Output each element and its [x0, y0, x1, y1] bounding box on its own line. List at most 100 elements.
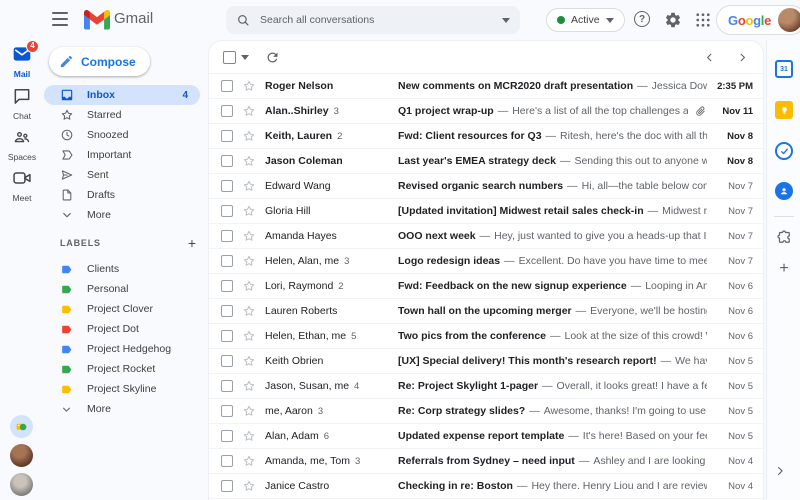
row-checkbox[interactable] — [221, 380, 233, 392]
status-selector[interactable]: Active — [546, 8, 625, 32]
email-row[interactable]: Keith Obrien [UX] Special delivery! This… — [209, 349, 763, 374]
label-item-project-skyline[interactable]: Project Skyline — [44, 379, 200, 399]
email-row[interactable]: Helen, Ethan, me 5 Two pics from the con… — [209, 324, 763, 349]
row-checkbox[interactable] — [221, 255, 233, 267]
row-checkbox[interactable] — [221, 130, 233, 142]
contacts-icon[interactable] — [775, 182, 793, 200]
label-item-project-rocket[interactable]: Project Rocket — [44, 359, 200, 379]
star-icon[interactable] — [242, 379, 256, 393]
star-icon[interactable] — [242, 404, 256, 418]
search-bar[interactable] — [226, 6, 520, 34]
rail-item-spaces[interactable]: Spaces — [0, 127, 44, 162]
apps-launcher-button[interactable] — [694, 11, 712, 29]
label-item-project-dot[interactable]: Project Dot — [44, 319, 200, 339]
conversation-avatar-sticker[interactable] — [10, 415, 33, 438]
row-checkbox[interactable] — [221, 455, 233, 467]
older-page-chevron-icon[interactable] — [736, 51, 749, 64]
search-input[interactable] — [258, 13, 502, 27]
compose-button[interactable]: Compose — [49, 47, 150, 76]
star-icon[interactable] — [242, 254, 256, 268]
star-icon[interactable] — [242, 129, 256, 143]
calendar-icon[interactable]: 31 — [775, 60, 793, 78]
label-item-project-hedgehog[interactable]: Project Hedgehog — [44, 339, 200, 359]
email-date: Nov 5 — [707, 431, 753, 442]
email-row[interactable]: Janice Castro Checking in re: Boston—Hey… — [209, 474, 763, 499]
conversation-avatar-1[interactable] — [10, 444, 33, 467]
conversation-avatar-2[interactable] — [10, 473, 33, 496]
email-row[interactable]: Lori, Raymond 2 Fwd: Feedback on the new… — [209, 274, 763, 299]
row-checkbox[interactable] — [221, 180, 233, 192]
star-icon[interactable] — [242, 454, 256, 468]
star-icon[interactable] — [242, 204, 256, 218]
star-icon[interactable] — [242, 479, 256, 493]
email-row[interactable]: Alan, Adam 6 Updated expense report temp… — [209, 424, 763, 449]
row-checkbox[interactable] — [221, 80, 233, 92]
labels-title: LABELS — [60, 238, 101, 248]
sidebar-item-drafts[interactable]: Drafts — [44, 185, 200, 205]
email-row[interactable]: Roger Nelson New comments on MCR2020 dra… — [209, 74, 763, 99]
get-addons-icon[interactable] — [775, 228, 793, 246]
email-row[interactable]: Jason, Susan, me 4 Re: Project Skylight … — [209, 374, 763, 399]
tasks-icon[interactable] — [775, 142, 793, 160]
rail-item-meet[interactable]: Meet — [0, 168, 44, 203]
sidebar-item-more[interactable]: More — [44, 205, 200, 225]
newer-page-chevron-icon[interactable] — [703, 51, 716, 64]
email-row[interactable]: Alan..Shirley 3 Q1 project wrap-up—Here'… — [209, 99, 763, 124]
row-checkbox[interactable] — [221, 230, 233, 242]
add-label-button[interactable]: + — [188, 236, 196, 250]
select-options-caret-icon[interactable] — [241, 55, 249, 60]
row-checkbox[interactable] — [221, 280, 233, 292]
select-all-checkbox[interactable] — [223, 51, 236, 64]
rail-item-chat[interactable]: Chat — [0, 86, 44, 121]
email-row[interactable]: Gloria Hill [Updated invitation] Midwest… — [209, 199, 763, 224]
keep-icon[interactable] — [775, 101, 793, 119]
star-icon[interactable] — [242, 79, 256, 93]
account-chip[interactable]: Google — [716, 5, 800, 35]
row-checkbox[interactable] — [221, 430, 233, 442]
star-icon[interactable] — [242, 304, 256, 318]
row-checkbox[interactable] — [221, 305, 233, 317]
main-menu-icon[interactable] — [52, 12, 68, 26]
star-icon[interactable] — [242, 104, 256, 118]
panel-expand-chevron-icon[interactable] — [773, 464, 787, 478]
sidebar-item-starred[interactable]: Starred — [44, 105, 200, 125]
email-row[interactable]: Lauren Roberts Town hall on the upcoming… — [209, 299, 763, 324]
star-icon[interactable] — [242, 154, 256, 168]
email-row[interactable]: Keith, Lauren 2 Fwd: Client resources fo… — [209, 124, 763, 149]
label-item-project-clover[interactable]: Project Clover — [44, 299, 200, 319]
email-row[interactable]: Amanda, me, Tom 3 Referrals from Sydney … — [209, 449, 763, 474]
row-checkbox[interactable] — [221, 330, 233, 342]
labels-more[interactable]: More — [44, 399, 200, 419]
email-row[interactable]: Helen, Alan, me 3 Logo redesign ideas—Ex… — [209, 249, 763, 274]
sidebar-item-important[interactable]: Important — [44, 145, 200, 165]
email-date: Nov 7 — [707, 231, 753, 242]
email-row[interactable]: Amanda Hayes OOO next week—Hey, just wan… — [209, 224, 763, 249]
refresh-icon[interactable] — [265, 50, 280, 65]
star-icon[interactable] — [242, 429, 256, 443]
star-icon[interactable] — [242, 229, 256, 243]
star-icon[interactable] — [242, 179, 256, 193]
sidebar-item-snoozed[interactable]: Snoozed — [44, 125, 200, 145]
panel-add-icon[interactable]: + — [775, 260, 793, 278]
sidebar-item-sent[interactable]: Sent — [44, 165, 200, 185]
star-icon[interactable] — [242, 279, 256, 293]
search-options-caret-icon[interactable] — [502, 18, 510, 23]
row-checkbox[interactable] — [221, 155, 233, 167]
star-icon[interactable] — [242, 329, 256, 343]
settings-button[interactable] — [664, 11, 682, 29]
label-item-personal[interactable]: Personal — [44, 279, 200, 299]
row-checkbox[interactable] — [221, 480, 233, 492]
sidebar-item-inbox[interactable]: Inbox 4 — [44, 85, 200, 105]
row-checkbox[interactable] — [221, 105, 233, 117]
email-row[interactable]: me, Aaron 3 Re: Corp strategy slides?—Aw… — [209, 399, 763, 424]
user-avatar[interactable] — [778, 8, 800, 32]
label-item-clients[interactable]: Clients — [44, 259, 200, 279]
rail-item-mail[interactable]: 4 Mail — [0, 44, 44, 79]
row-checkbox[interactable] — [221, 205, 233, 217]
help-button[interactable]: ? — [634, 11, 652, 29]
email-row[interactable]: Jason Coleman Last year's EMEA strategy … — [209, 149, 763, 174]
email-row[interactable]: Edward Wang Revised organic search numbe… — [209, 174, 763, 199]
row-checkbox[interactable] — [221, 355, 233, 367]
row-checkbox[interactable] — [221, 405, 233, 417]
star-icon[interactable] — [242, 354, 256, 368]
